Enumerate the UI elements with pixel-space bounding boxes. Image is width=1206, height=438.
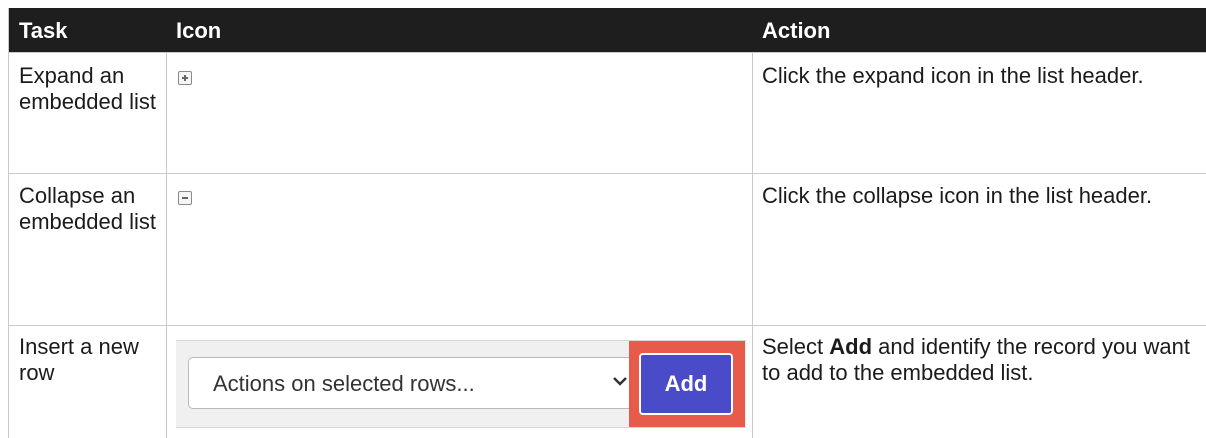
- add-highlight: Add: [629, 341, 745, 427]
- task-cell: Insert a new row: [19, 334, 139, 385]
- task-table: Task Icon Action Expand an embedded list…: [8, 8, 1206, 438]
- action-prefix: Select: [762, 334, 830, 359]
- actions-select[interactable]: Actions on selected rows...: [188, 357, 640, 409]
- task-cell: Collapse an embedded list: [19, 183, 156, 234]
- header-task: Task: [19, 18, 68, 43]
- table-row: Collapse an embedded list Click the coll…: [9, 173, 1206, 326]
- action-bold-add: Add: [829, 334, 873, 359]
- header-action: Action: [762, 18, 831, 43]
- actions-widget: Actions on selected rows... Add: [176, 340, 746, 428]
- table-header: Task Icon Action: [9, 8, 1206, 53]
- minus-box-icon: [178, 191, 192, 205]
- header-icon: Icon: [176, 18, 222, 43]
- action-cell: Click the collapse icon in the list head…: [762, 183, 1153, 208]
- action-cell: Click the expand icon in the list header…: [762, 63, 1144, 88]
- chevron-down-icon: [613, 377, 627, 386]
- select-value: Actions on selected rows...: [213, 371, 475, 396]
- plus-box-icon: [178, 71, 192, 85]
- table-row: Expand an embedded list Click the expand…: [9, 53, 1206, 174]
- action-cell: Select Add and identify the record you w…: [762, 334, 1202, 386]
- task-cell: Expand an embedded list: [19, 63, 156, 114]
- add-button[interactable]: Add: [639, 353, 733, 415]
